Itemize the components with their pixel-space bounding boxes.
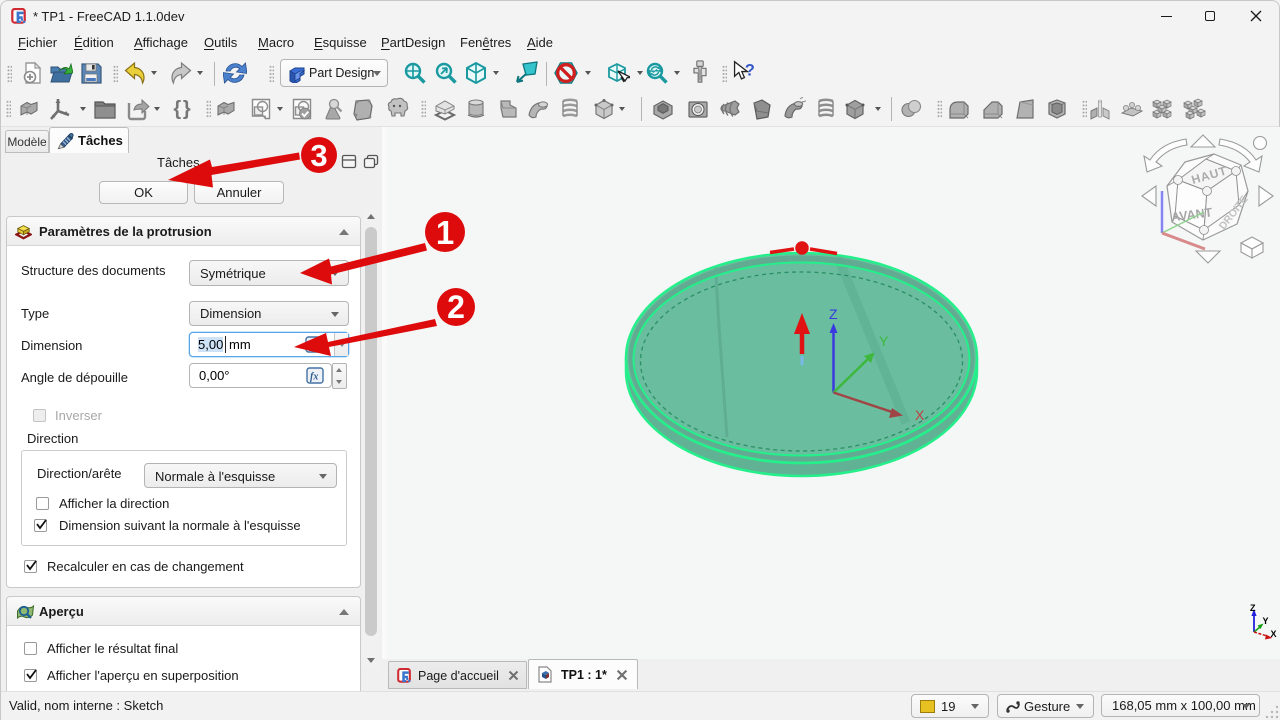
svg-text:fx: fx xyxy=(310,372,318,383)
svg-text:X: X xyxy=(915,407,925,423)
svg-text:Z: Z xyxy=(829,306,838,322)
svg-text:Y: Y xyxy=(879,333,889,349)
svg-text:X: X xyxy=(1271,629,1277,639)
svg-text:Z: Z xyxy=(1250,603,1256,613)
svg-text:fx: fx xyxy=(309,341,317,352)
svg-text:?: ? xyxy=(745,61,755,79)
svg-text:Y: Y xyxy=(1263,616,1269,626)
